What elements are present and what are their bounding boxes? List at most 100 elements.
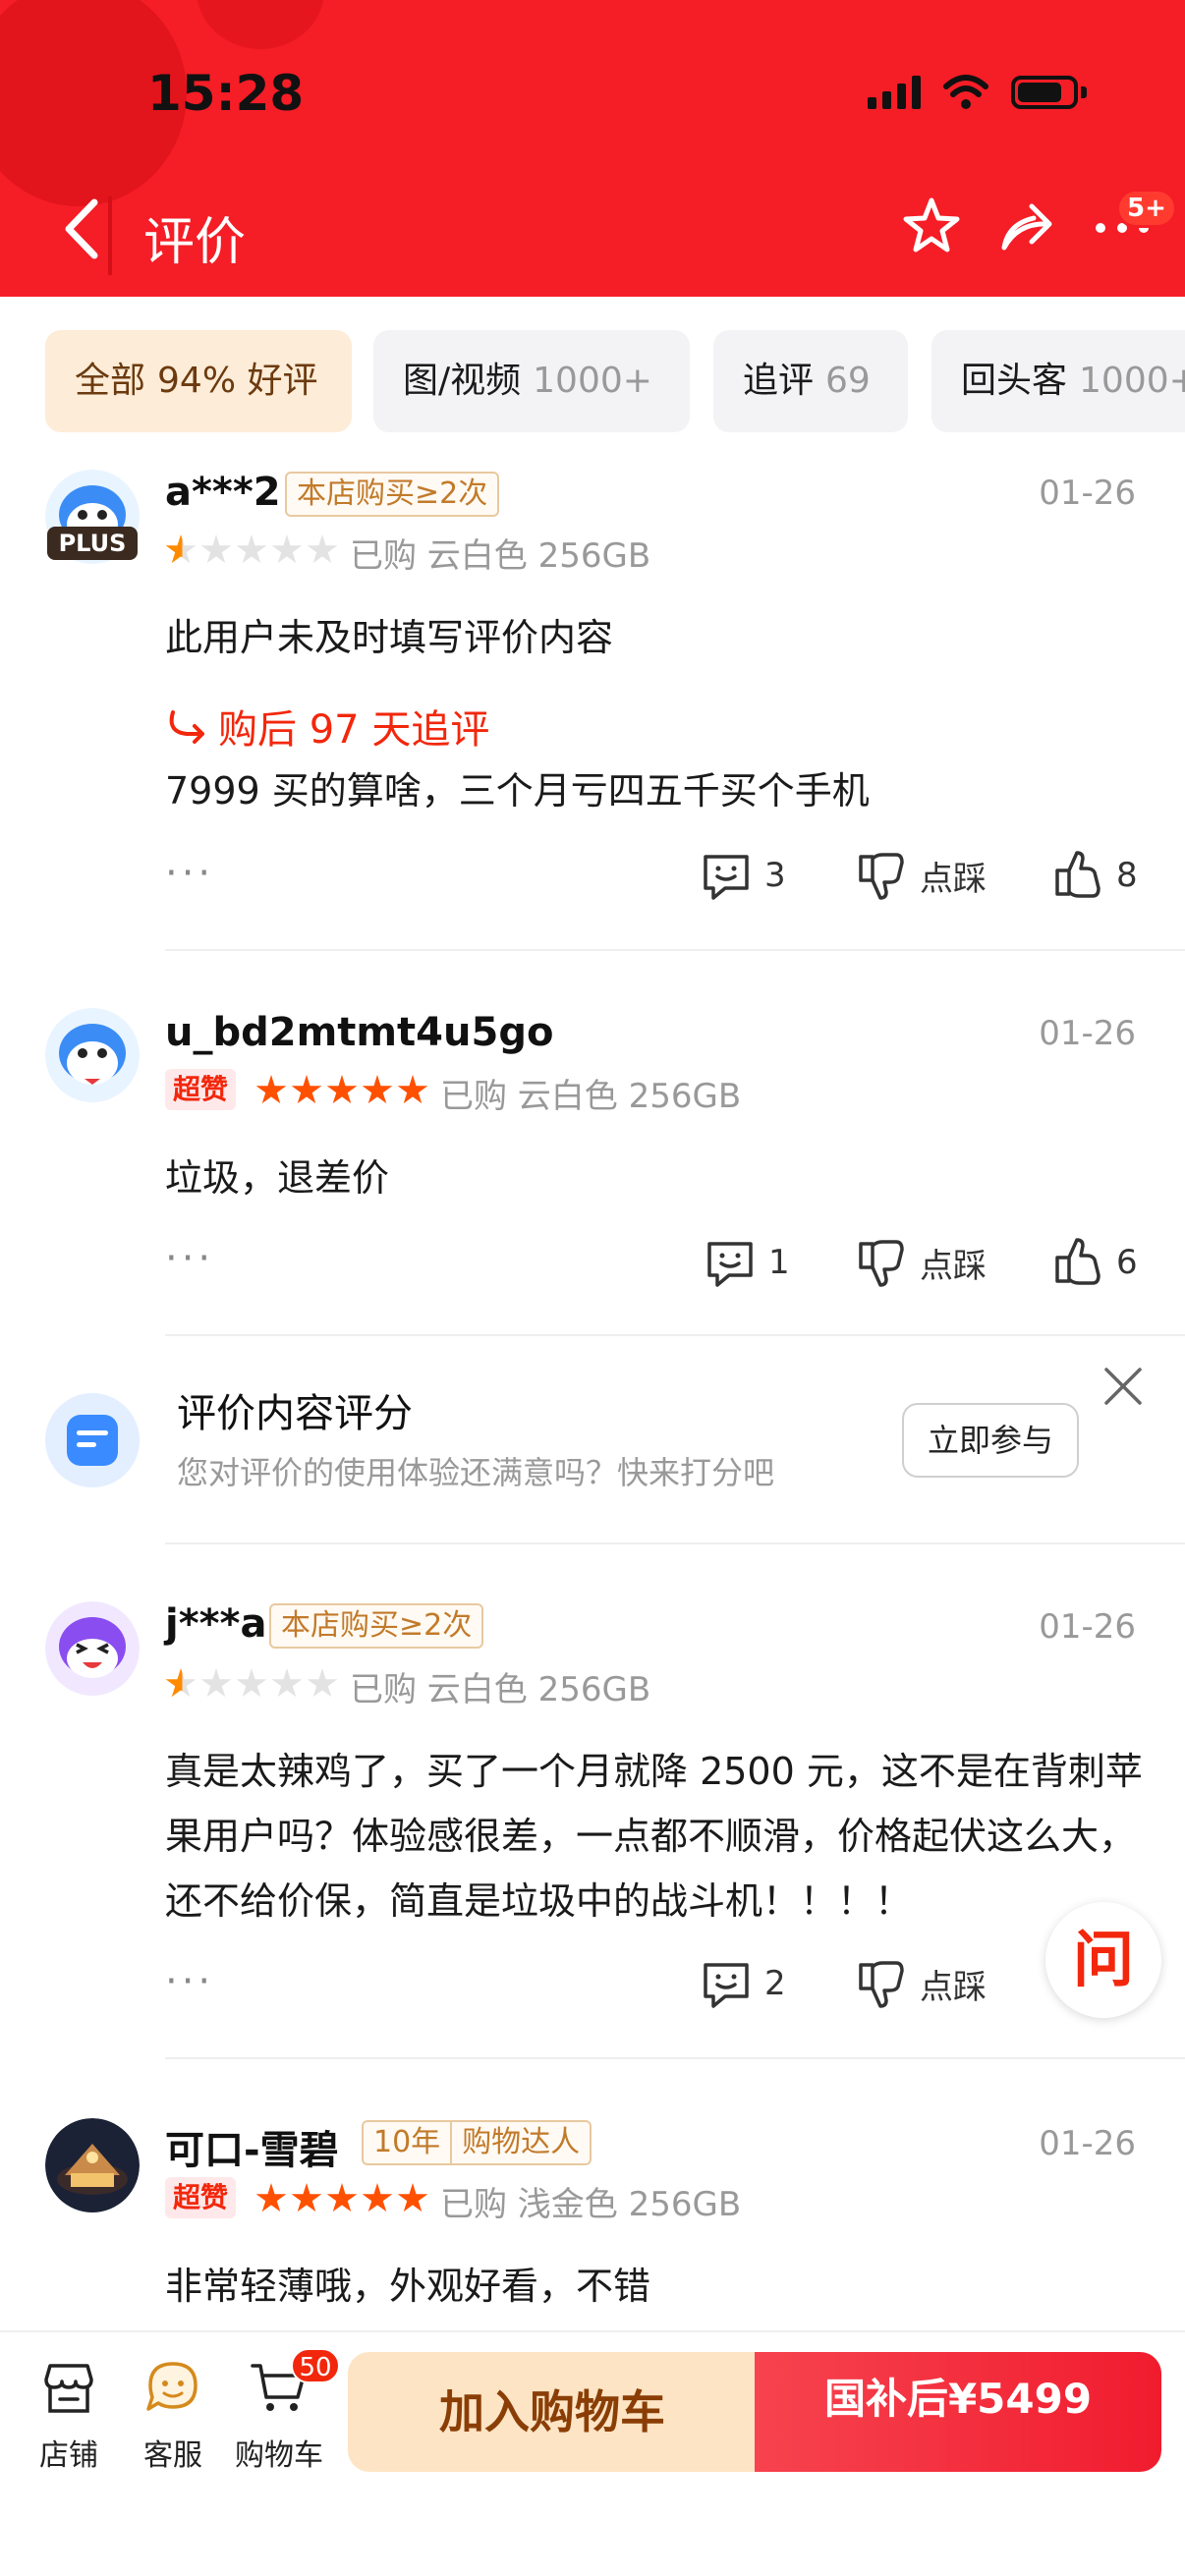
purchase-info: 已购 云白色 256GB	[350, 1670, 651, 1709]
close-icon[interactable]	[1099, 1362, 1148, 1411]
review-username: 可口-雪碧	[165, 2128, 339, 2173]
lantern-decoration	[197, 0, 324, 49]
survey-message-icon	[45, 1393, 140, 1487]
review-date: 01-26	[1039, 1014, 1136, 1053]
avatar[interactable]	[45, 1601, 140, 1696]
years-badge-years: 10年	[364, 2122, 453, 2163]
star-icon	[362, 1075, 393, 1104]
comment-button[interactable]: 2	[700, 1957, 786, 2010]
notification-badge: 5+	[1116, 189, 1177, 228]
filter-chip-media[interactable]: 图/视频 1000+	[373, 330, 690, 432]
star-icon	[255, 1075, 287, 1104]
cart-count-badge: 50	[291, 2348, 340, 2383]
filter-chip-repeat-buyer[interactable]: 回头客 1000+	[931, 330, 1185, 432]
comment-button[interactable]: 3	[700, 849, 786, 902]
filter-chip-all[interactable]: 全部 94% 好评	[45, 330, 352, 432]
star-icon	[291, 1075, 322, 1104]
filter-count: 1000+	[533, 361, 652, 401]
like-count: 8	[1116, 856, 1138, 895]
filter-bar: 全部 94% 好评 图/视频 1000+ 追评 69 回头客 1000+	[0, 330, 1185, 432]
followup-label: 购后 97 天追评	[165, 698, 489, 755]
ask-question-button[interactable]: 问	[1045, 1902, 1161, 2018]
plus-member-tag: PLUS	[47, 527, 138, 560]
star-icon	[236, 534, 267, 564]
add-to-cart-button[interactable]: 加入购物车	[348, 2352, 757, 2472]
thumbs-down-icon	[859, 853, 904, 900]
thumbs-up-icon	[1055, 851, 1100, 898]
tab-label: 客服	[143, 2438, 202, 2473]
thumbs-up-icon	[1055, 1238, 1100, 1285]
more-options-icon[interactable]: ···	[165, 1236, 214, 1281]
like-button[interactable]: 6	[1051, 1236, 1138, 1289]
star-icon	[165, 534, 197, 564]
dislike-button[interactable]: 点踩	[855, 849, 987, 902]
star-icon	[236, 1668, 267, 1698]
comment-icon	[704, 1963, 749, 2008]
thumbs-down-icon	[859, 1961, 904, 2008]
thumbs-down-icon	[859, 1240, 904, 1287]
filter-label: 全部	[75, 361, 146, 401]
star-icon	[291, 2183, 322, 2212]
buy-now-button[interactable]: 国补后¥5499	[755, 2352, 1161, 2472]
dislike-button[interactable]: 点踩	[855, 1957, 987, 2010]
star-icon	[326, 1075, 358, 1104]
tab-cart[interactable]: 50 购物车	[230, 2348, 340, 2474]
super-praise-tag: 超赞	[165, 2177, 237, 2218]
bottom-action-bar: 店铺 客服 50 购物车 加入购物车 国补后¥5499	[0, 2330, 1185, 2576]
comment-count: 3	[764, 856, 786, 895]
purchase-info: 已购 浅金色 256GB	[440, 2185, 742, 2224]
star-icon	[397, 2183, 428, 2212]
page-title: 评价	[143, 213, 247, 272]
comment-count: 2	[764, 1964, 786, 2003]
customer-service-icon	[146, 2362, 198, 2411]
repeat-buyer-badge: 本店购买≥2次	[285, 472, 500, 517]
comment-icon	[704, 855, 749, 900]
favorite-star-icon[interactable]	[900, 195, 963, 257]
filter-label: 回头客	[961, 361, 1068, 401]
tab-customer-service[interactable]: 客服	[124, 2356, 222, 2474]
review-content: 此用户未及时填写评价内容	[165, 616, 614, 659]
more-options-icon[interactable]: ···	[165, 1959, 214, 2004]
star-icon	[200, 1668, 232, 1698]
star-icon	[200, 534, 232, 564]
rating-stars	[165, 1668, 338, 1700]
dislike-label: 点踩	[920, 859, 987, 899]
join-survey-button[interactable]: 立即参与	[902, 1403, 1079, 1478]
dislike-button[interactable]: 点踩	[855, 1236, 987, 1289]
more-options-icon[interactable]: ···	[165, 851, 214, 896]
divider	[165, 1334, 1185, 1336]
survey-title: 评价内容评分	[177, 1391, 413, 1436]
star-icon	[307, 534, 338, 564]
tab-store[interactable]: 店铺	[20, 2356, 118, 2474]
review-date: 01-26	[1039, 2124, 1136, 2163]
filter-count: 69	[825, 361, 871, 401]
star-icon	[397, 1075, 428, 1104]
followup-arrow-icon	[169, 710, 204, 744]
dislike-label: 点踩	[920, 1246, 987, 1286]
comment-count: 1	[768, 1243, 790, 1282]
star-icon	[307, 1668, 338, 1698]
tab-label: 购物车	[235, 2438, 323, 2473]
review-content: 垃圾，退差价	[165, 1156, 390, 1200]
purchase-info: 已购 云白色 256GB	[440, 1077, 742, 1116]
battery-icon	[1011, 76, 1087, 109]
years-badge-title: 购物达人	[462, 2125, 581, 2159]
purchase-info: 已购 云白色 256GB	[350, 536, 651, 576]
comment-button[interactable]: 1	[704, 1236, 790, 1289]
comment-icon	[707, 1242, 753, 1287]
like-button[interactable]: 8	[1051, 849, 1138, 902]
share-icon[interactable]	[994, 195, 1057, 257]
avatar[interactable]	[45, 1008, 140, 1102]
back-icon[interactable]	[53, 193, 112, 265]
avatar[interactable]	[45, 2118, 140, 2212]
review-content: 非常轻薄哦，外观好看，不错	[165, 2265, 651, 2308]
followup-label-text: 购后 97 天追评	[218, 707, 490, 753]
dislike-label: 点踩	[920, 1967, 987, 2007]
repeat-buyer-badge: 本店购买≥2次	[269, 1603, 484, 1649]
review-username: u_bd2mtmt4u5go	[165, 1010, 554, 1055]
divider	[165, 1542, 1185, 1544]
tab-label: 店铺	[39, 2438, 98, 2473]
star-icon	[271, 534, 303, 564]
filter-chip-followup[interactable]: 追评 69	[713, 330, 908, 432]
years-badge: 10年 购物达人	[362, 2120, 592, 2165]
